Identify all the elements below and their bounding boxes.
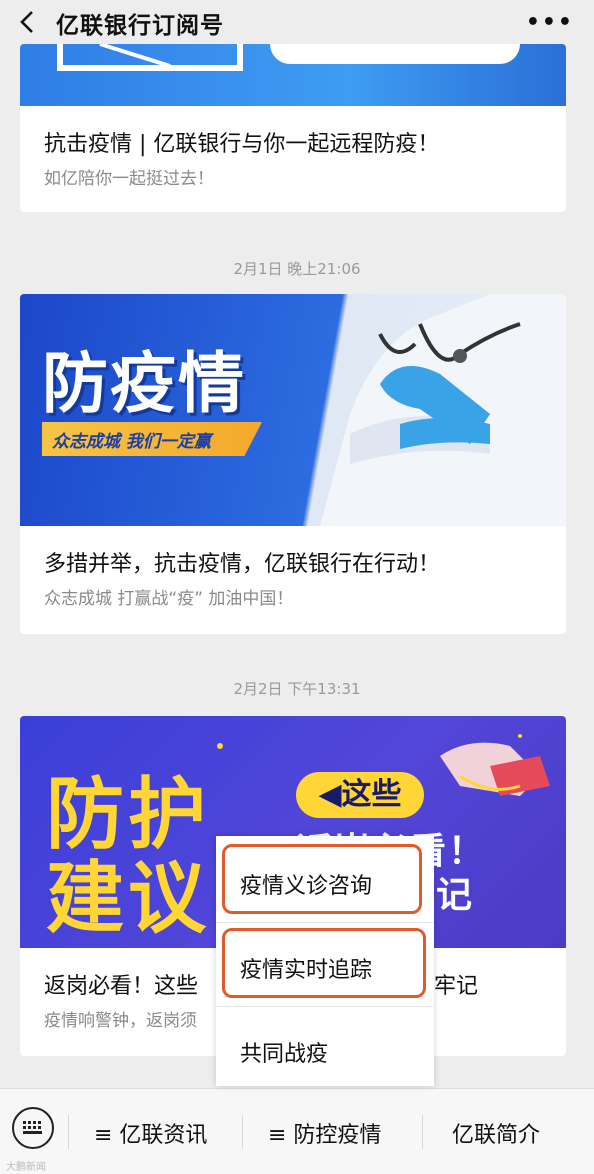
tab-yilian-news[interactable]: ≡ 亿联资讯 — [94, 1117, 207, 1149]
page-title: 亿联银行订阅号 — [56, 13, 224, 39]
tab-divider — [68, 1115, 69, 1149]
message-timestamp: 2月1日 晚上21:06 — [233, 260, 361, 278]
banner-headline: 防疫情 — [42, 345, 246, 422]
article-banner — [20, 44, 566, 106]
article-title-left[interactable]: 返岗必看！这些 — [44, 968, 198, 1000]
highlight-box — [222, 928, 426, 998]
bottom-menu-bar: ≡ 亿联资讯 ≡ 防控疫情 亿联简介 — [0, 1088, 594, 1174]
article-banner: 防疫情 众志成城 我们一定赢 — [20, 294, 566, 526]
article-card[interactable]: 防疫情 众志成城 我们一定赢 多措并举，抗击疫情，亿联银行在行动！ 众志成城 打… — [20, 294, 566, 634]
menu-divider — [216, 922, 434, 923]
article-subtitle: 疫情响警钟，返岗须 — [44, 1011, 197, 1031]
tab-divider — [422, 1115, 423, 1149]
watermark: 大鹏新闻 — [6, 1162, 46, 1173]
tab-epidemic-control[interactable]: ≡ 防控疫情 — [268, 1117, 381, 1149]
banner-headline: 建议 — [46, 854, 211, 944]
banner-pill: ◀这些 — [296, 772, 424, 818]
chevron-left-icon[interactable] — [14, 8, 42, 36]
more-icon[interactable]: ••• — [526, 10, 574, 35]
keyboard-icon[interactable] — [12, 1107, 54, 1149]
menu-item-fight-epidemic[interactable]: 共同战疫 — [216, 1008, 434, 1090]
banner-decoration — [57, 44, 520, 71]
tab-yilian-intro[interactable]: 亿联简介 — [452, 1117, 540, 1149]
article-subtitle: 如亿陪你一起挺过去！ — [44, 169, 214, 189]
banner-slogan: 众志成城 我们一定赢 — [42, 422, 262, 456]
article-title[interactable]: 抗击疫情 | 亿联银行与你一起远程防疫！ — [44, 126, 439, 158]
article-title[interactable]: 多措并举，抗击疫情，亿联银行在行动！ — [44, 546, 440, 578]
article-subtitle: 众志成城 打赢战“疫” 加油中国！ — [44, 589, 294, 609]
top-bar: 亿联银行订阅号 ••• — [0, 0, 594, 44]
menu-divider — [216, 1006, 434, 1007]
message-timestamp: 2月2日 下午13:31 — [233, 680, 361, 698]
tab-divider — [242, 1115, 243, 1149]
article-card[interactable]: 抗击疫情 | 亿联银行与你一起远程防疫！ 如亿陪你一起挺过去！ — [20, 44, 566, 212]
article-title-right[interactable]: 牢记 — [434, 968, 478, 1000]
highlight-box — [222, 844, 422, 914]
